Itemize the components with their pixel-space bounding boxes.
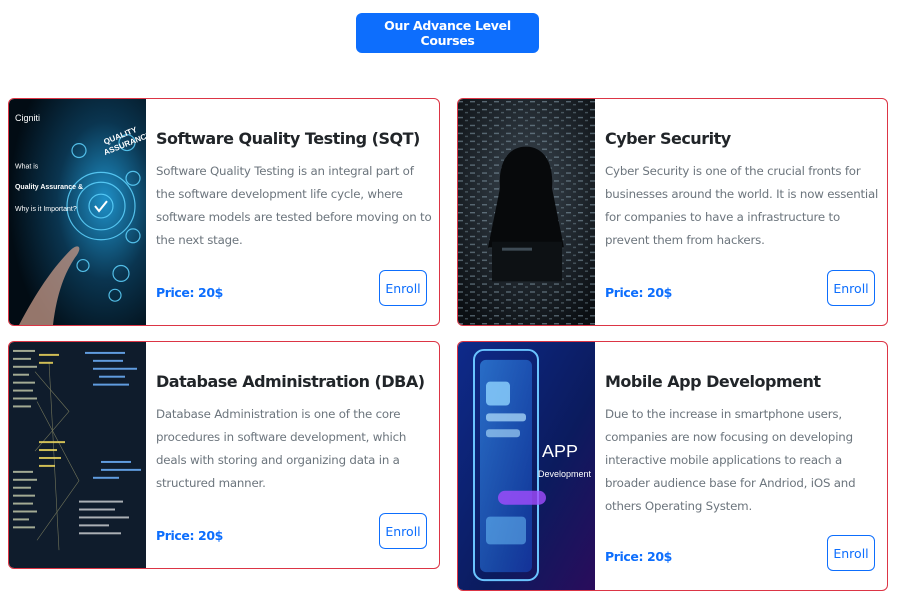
course-description: Due to the increase in smartphone users,… [605,407,856,513]
course-price: Price: 20$ [156,528,223,543]
cigniti-logo: Cigniti [15,113,40,123]
enroll-button[interactable]: Enroll [827,270,875,306]
course-description: Software Quality Testing is an integral … [156,164,432,247]
app-text-line1: APP [542,441,578,461]
course-card-cyber-security: Cyber Security Cyber Security is one of … [457,98,888,326]
qa-headline: Quality Assurance & [15,184,83,191]
database-image [9,342,146,568]
cyber-security-image [458,99,595,325]
course-title: Mobile App Development [605,372,821,391]
course-price: Price: 20$ [605,285,672,300]
course-card-sqt: QUALITY ASSURANCE Cigniti What is Qualit… [8,98,440,326]
advance-courses-button[interactable]: Our Advance Level Courses [356,13,539,53]
course-description: Database Administration is one of the co… [156,407,407,490]
qa-subline: Why is it Important? [15,206,77,213]
course-price: Price: 20$ [156,285,223,300]
sqt-course-image: QUALITY ASSURANCE Cigniti What is Qualit… [9,99,146,325]
course-price: Price: 20$ [605,549,672,564]
enroll-button[interactable]: Enroll [379,513,427,549]
mobile-app-image: APP Development [458,342,595,590]
course-title: Software Quality Testing (SQT) [156,129,420,148]
qa-tagline: What is [15,163,39,170]
app-text-line2: Development [538,469,591,479]
course-card-dba: Database Administration (DBA) Database A… [8,341,440,569]
course-title: Cyber Security [605,129,731,148]
course-card-mobile-app: APP Development Mobile App Development D… [457,341,888,591]
enroll-button[interactable]: Enroll [379,270,427,306]
course-title: Database Administration (DBA) [156,372,425,391]
course-description: Cyber Security is one of the crucial fro… [605,164,879,247]
enroll-button[interactable]: Enroll [827,535,875,571]
